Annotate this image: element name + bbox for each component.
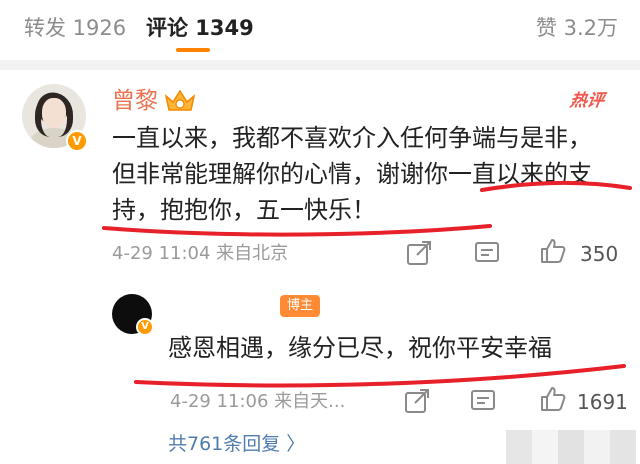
tab-like[interactable]: 赞 3.2万 bbox=[536, 14, 618, 42]
comment-icon[interactable] bbox=[474, 240, 500, 266]
underline-stroke-3 bbox=[134, 364, 626, 388]
comment-like-count: 350 bbox=[580, 242, 619, 266]
tab-repost[interactable]: 转发 1926 bbox=[24, 14, 126, 42]
comment-icon[interactable] bbox=[470, 388, 496, 414]
comment-time-source: 4-29 11:04 来自北京 bbox=[112, 243, 289, 264]
comment-text: 一直以来，我都不喜欢介入任何争端与是非，但非常能理解你的心情，谢谢你一直以来的支… bbox=[112, 124, 592, 224]
thumbs-up-icon[interactable] bbox=[540, 238, 566, 264]
share-icon[interactable] bbox=[406, 240, 432, 266]
reply-like-count: 1691 bbox=[577, 390, 628, 414]
vip-crown-icon bbox=[164, 89, 196, 111]
reply-text: 感恩相遇，缘分已尽，祝你平安幸福 bbox=[168, 334, 552, 362]
thumbs-up-icon[interactable] bbox=[540, 386, 566, 412]
reply-time-source: 4-29 11:06 来自天... bbox=[170, 391, 346, 412]
avatar-face-shape bbox=[42, 98, 66, 128]
author-tag-badge: 博主 bbox=[280, 295, 320, 317]
tab-bar: 转发 1926 评论 1349 赞 3.2万 bbox=[0, 0, 640, 60]
divider bbox=[0, 60, 640, 70]
commenter-username[interactable]: 曾黎 bbox=[112, 86, 158, 116]
verified-badge-icon: V bbox=[66, 130, 88, 152]
blurred-region bbox=[506, 430, 636, 464]
view-replies-link[interactable]: 共761条回复 〉 bbox=[168, 432, 305, 456]
tab-comment[interactable]: 评论 1349 bbox=[146, 14, 254, 42]
verified-badge-icon: V bbox=[136, 318, 154, 336]
hot-comment-tag: 热评 bbox=[568, 91, 606, 111]
active-tab-indicator bbox=[176, 48, 210, 52]
share-icon[interactable] bbox=[404, 388, 430, 414]
